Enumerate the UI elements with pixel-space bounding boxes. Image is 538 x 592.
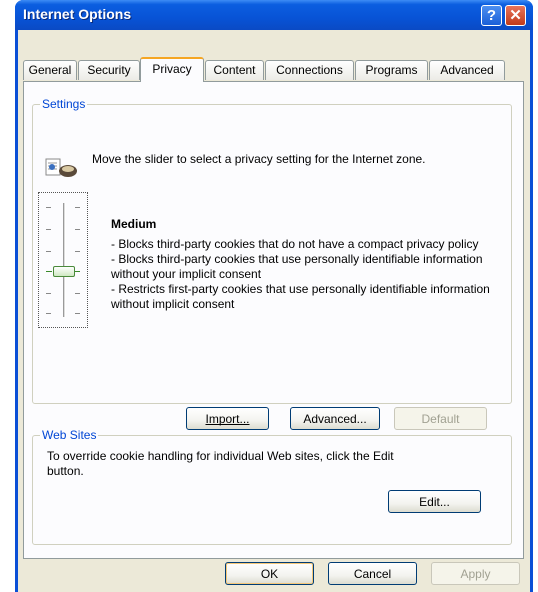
default-button-label: Default: [421, 412, 460, 426]
help-button[interactable]: ?: [481, 5, 502, 26]
settings-group-label: Settings: [40, 97, 88, 111]
tab-connections[interactable]: Connections: [265, 60, 354, 80]
title-bar[interactable]: Internet Options ? ✕: [15, 0, 533, 30]
tab-security[interactable]: Security: [78, 60, 140, 80]
edit-button[interactable]: Edit...: [388, 490, 481, 513]
ok-button[interactable]: OK: [225, 562, 314, 585]
privacy-globe-icon: [45, 158, 77, 177]
cancel-button-label: Cancel: [353, 567, 392, 581]
tab-advanced[interactable]: Advanced: [429, 60, 505, 80]
question-mark-icon: ?: [486, 7, 497, 24]
advanced-button-label: Advanced...: [303, 412, 367, 426]
web-sites-group-label: Web Sites: [40, 428, 99, 442]
description-line: - Blocks third-party cookies that use pe…: [111, 252, 483, 281]
advanced-button[interactable]: Advanced...: [290, 407, 380, 430]
privacy-level-title: Medium: [111, 217, 157, 231]
cancel-button[interactable]: Cancel: [328, 562, 417, 585]
tab-general[interactable]: General: [23, 60, 77, 80]
internet-options-window: Internet Options ? ✕ General Security Pr…: [15, 0, 533, 592]
tab-privacy[interactable]: Privacy: [140, 57, 204, 82]
window-title: Internet Options: [23, 6, 132, 22]
dialog-client-area: General Security Privacy Content Connect…: [18, 30, 530, 592]
privacy-slider[interactable]: [38, 192, 88, 328]
tab-content[interactable]: Content: [205, 60, 264, 80]
apply-button[interactable]: Apply: [431, 562, 520, 585]
edit-button-label: Edit...: [419, 495, 450, 509]
privacy-level-description: - Blocks third-party cookies that do not…: [111, 237, 511, 312]
import-button[interactable]: Import...: [186, 407, 269, 430]
web-sites-group: Web Sites To override cookie handling fo…: [32, 428, 512, 545]
settings-intro-text: Move the slider to select a privacy sett…: [92, 152, 426, 166]
web-sites-text: To override cookie handling for individu…: [47, 449, 394, 478]
default-button[interactable]: Default: [394, 407, 487, 430]
slider-thumb[interactable]: [53, 266, 75, 277]
slider-marker-left: [46, 271, 52, 272]
import-button-label: Import...: [205, 412, 250, 426]
apply-button-label: Apply: [460, 567, 491, 581]
description-line: - Restricts first-party cookies that use…: [111, 282, 490, 311]
slider-track: [63, 203, 66, 317]
tab-programs[interactable]: Programs: [355, 60, 428, 80]
privacy-tab-panel: Settings Move the slider to select a pri…: [23, 81, 524, 559]
ok-button-label: OK: [260, 567, 279, 581]
description-line: - Blocks third-party cookies that do not…: [111, 237, 479, 251]
close-x-icon: ✕: [509, 7, 522, 24]
close-button[interactable]: ✕: [505, 5, 526, 26]
